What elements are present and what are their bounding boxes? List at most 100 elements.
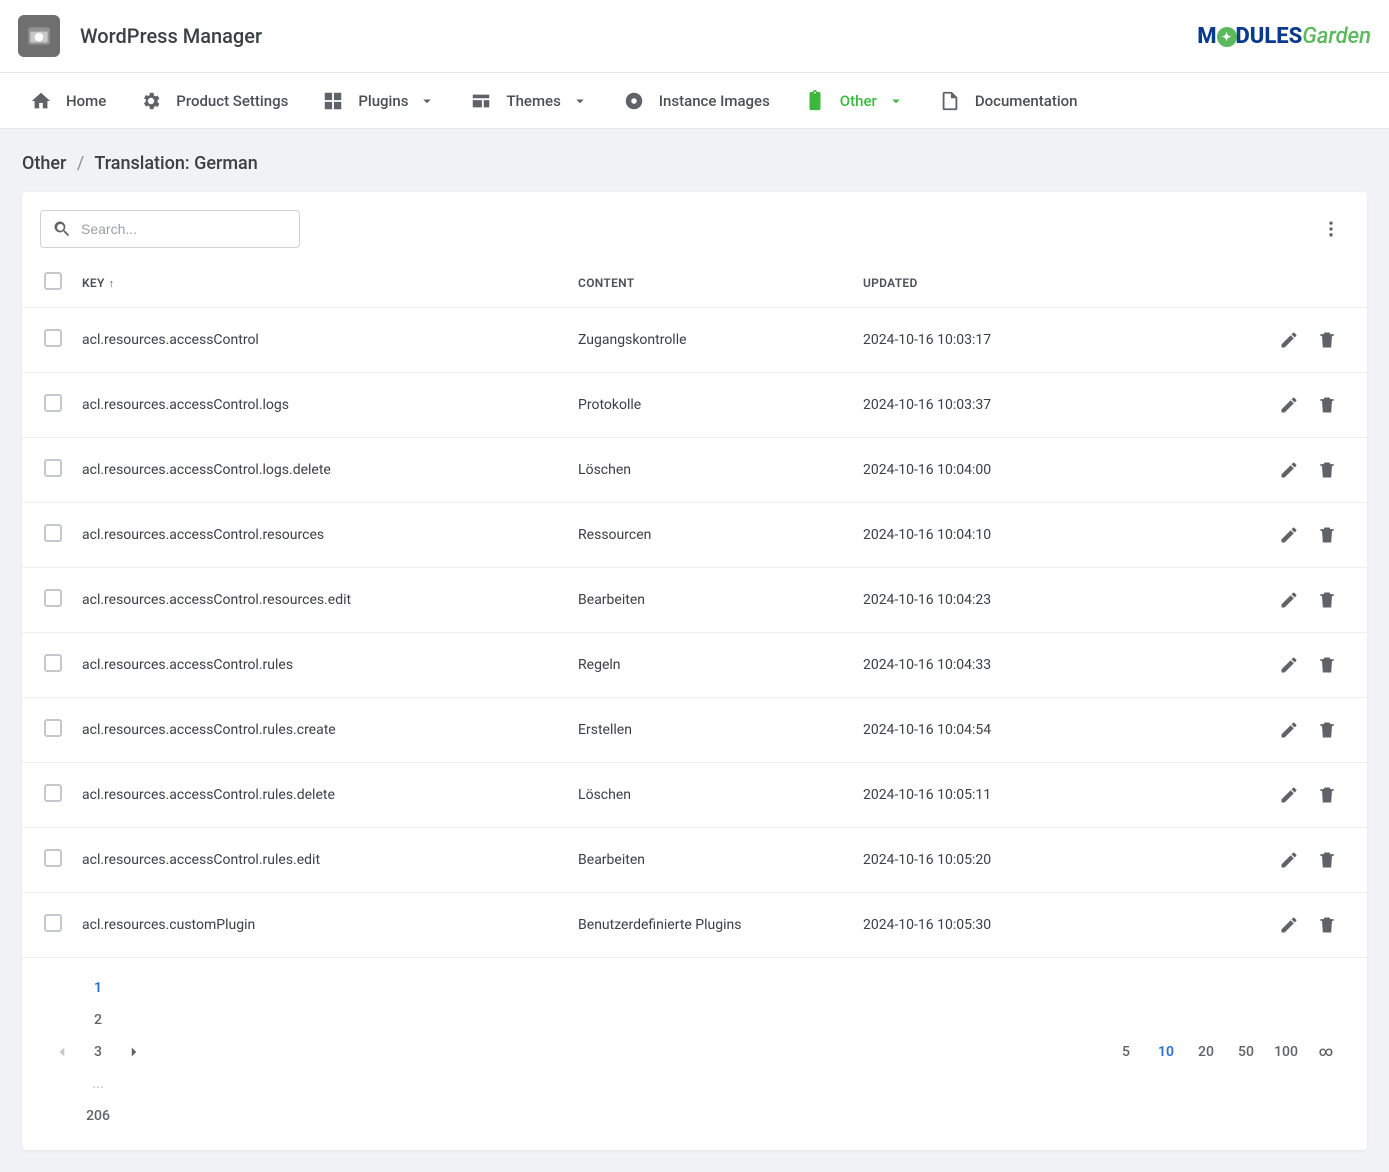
- disc-icon: [623, 90, 645, 112]
- page-prev[interactable]: [46, 1036, 78, 1068]
- page-size-100[interactable]: 100: [1269, 1036, 1303, 1068]
- row-checkbox[interactable]: [44, 654, 62, 672]
- cell-updated: 2024-10-16 10:04:33: [853, 633, 1184, 698]
- cell-actions: [1184, 763, 1367, 828]
- edit-button[interactable]: [1273, 584, 1305, 616]
- row-checkbox[interactable]: [44, 524, 62, 542]
- row-checkbox[interactable]: [44, 719, 62, 737]
- edit-button[interactable]: [1273, 324, 1305, 356]
- nav-bar: Home Product Settings Plugins Themes Ins…: [0, 73, 1389, 129]
- delete-button[interactable]: [1311, 389, 1343, 421]
- web-icon: [470, 90, 492, 112]
- nav-home[interactable]: Home: [14, 73, 122, 129]
- nav-documentation[interactable]: Documentation: [923, 73, 1094, 129]
- pencil-icon: [1279, 850, 1299, 870]
- row-checkbox[interactable]: [44, 914, 62, 932]
- cell-updated: 2024-10-16 10:03:17: [853, 308, 1184, 373]
- nav-plugins[interactable]: Plugins: [306, 73, 452, 129]
- edit-button[interactable]: [1273, 649, 1305, 681]
- table-row: acl.resources.accessControlZugangskontro…: [22, 308, 1367, 373]
- page-size-∞[interactable]: ∞: [1309, 1036, 1343, 1068]
- nav-product-settings[interactable]: Product Settings: [124, 73, 304, 129]
- cell-updated: 2024-10-16 10:05:20: [853, 828, 1184, 893]
- page-3[interactable]: 3: [82, 1036, 114, 1068]
- cell-actions: [1184, 373, 1367, 438]
- pencil-icon: [1279, 655, 1299, 675]
- delete-button[interactable]: [1311, 584, 1343, 616]
- table-row: acl.resources.accessControl.logsProtokol…: [22, 373, 1367, 438]
- row-checkbox[interactable]: [44, 849, 62, 867]
- app-title: WordPress Manager: [80, 24, 262, 48]
- page-size-10[interactable]: 10: [1149, 1036, 1183, 1068]
- more-menu-button[interactable]: [1313, 211, 1349, 247]
- delete-button[interactable]: [1311, 324, 1343, 356]
- trash-icon: [1317, 915, 1337, 935]
- page-next[interactable]: [118, 1036, 150, 1068]
- cell-key: acl.resources.accessControl: [72, 308, 568, 373]
- breadcrumb: Other / Translation: German: [0, 129, 1389, 192]
- page-206[interactable]: 206: [82, 1100, 114, 1132]
- clipboard-icon: [804, 90, 826, 112]
- delete-button[interactable]: [1311, 844, 1343, 876]
- row-checkbox[interactable]: [44, 589, 62, 607]
- pencil-icon: [1279, 395, 1299, 415]
- cell-key: acl.resources.accessControl.logs: [72, 373, 568, 438]
- cell-actions: [1184, 503, 1367, 568]
- table-row: acl.resources.accessControl.rules.editBe…: [22, 828, 1367, 893]
- select-all-checkbox[interactable]: [44, 272, 62, 290]
- page-2[interactable]: 2: [82, 1004, 114, 1036]
- page-size-20[interactable]: 20: [1189, 1036, 1223, 1068]
- row-checkbox[interactable]: [44, 394, 62, 412]
- chevron-down-icon: [887, 92, 905, 110]
- edit-button[interactable]: [1273, 454, 1305, 486]
- column-updated[interactable]: UPDATED: [853, 258, 1184, 308]
- edit-button[interactable]: [1273, 844, 1305, 876]
- cell-updated: 2024-10-16 10:03:37: [853, 373, 1184, 438]
- gear-icon: [140, 90, 162, 112]
- column-checkbox: [22, 258, 72, 308]
- translations-table: KEY↑ CONTENT UPDATED acl.resources.acces…: [22, 258, 1367, 958]
- page-size-5[interactable]: 5: [1109, 1036, 1143, 1068]
- table-row: acl.resources.accessControl.logs.deleteL…: [22, 438, 1367, 503]
- delete-button[interactable]: [1311, 779, 1343, 811]
- page-ellipsis: ...: [82, 1068, 114, 1100]
- edit-button[interactable]: [1273, 714, 1305, 746]
- edit-button[interactable]: [1273, 909, 1305, 941]
- nav-instance-images[interactable]: Instance Images: [607, 73, 786, 129]
- delete-button[interactable]: [1311, 649, 1343, 681]
- delete-button[interactable]: [1311, 519, 1343, 551]
- row-checkbox[interactable]: [44, 459, 62, 477]
- page-1[interactable]: 1: [82, 972, 114, 1004]
- top-header: WordPress Manager M✦DULESGarden: [0, 0, 1389, 73]
- cell-content: Ressourcen: [568, 503, 853, 568]
- delete-button[interactable]: [1311, 454, 1343, 486]
- search-wrap: [40, 210, 300, 248]
- breadcrumb-current: Translation: German: [94, 153, 257, 174]
- cell-updated: 2024-10-16 10:04:00: [853, 438, 1184, 503]
- row-checkbox[interactable]: [44, 784, 62, 802]
- nav-themes[interactable]: Themes: [454, 73, 604, 129]
- page-size-50[interactable]: 50: [1229, 1036, 1263, 1068]
- cell-key: acl.resources.accessControl.resources.ed…: [72, 568, 568, 633]
- home-icon: [30, 90, 52, 112]
- cell-key: acl.resources.accessControl.rules: [72, 633, 568, 698]
- cell-content: Erstellen: [568, 698, 853, 763]
- column-key[interactable]: KEY↑: [72, 258, 568, 308]
- trash-icon: [1317, 460, 1337, 480]
- sort-asc-icon: ↑: [109, 277, 115, 290]
- delete-button[interactable]: [1311, 714, 1343, 746]
- brand-logo: M✦DULESGarden: [1197, 24, 1371, 49]
- table-row: acl.resources.accessControl.resources.ed…: [22, 568, 1367, 633]
- edit-button[interactable]: [1273, 779, 1305, 811]
- trash-icon: [1317, 720, 1337, 740]
- cell-content: Löschen: [568, 438, 853, 503]
- row-checkbox[interactable]: [44, 329, 62, 347]
- cell-key: acl.resources.accessControl.rules.delete: [72, 763, 568, 828]
- edit-button[interactable]: [1273, 389, 1305, 421]
- delete-button[interactable]: [1311, 909, 1343, 941]
- edit-button[interactable]: [1273, 519, 1305, 551]
- search-input[interactable]: [40, 210, 300, 248]
- nav-other[interactable]: Other: [788, 73, 921, 129]
- column-content[interactable]: CONTENT: [568, 258, 853, 308]
- breadcrumb-root[interactable]: Other: [22, 153, 66, 174]
